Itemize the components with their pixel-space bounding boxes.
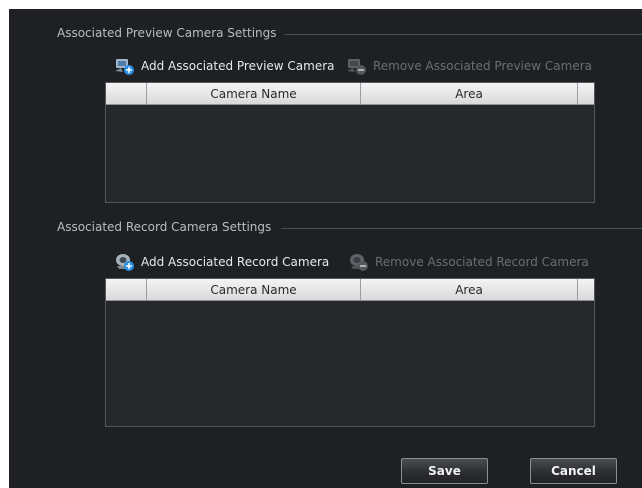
remove-camera-icon bbox=[347, 59, 366, 75]
add-camera-icon bbox=[115, 59, 134, 75]
filler-column-header bbox=[578, 83, 594, 104]
record-camera-table[interactable]: Camera Name Area bbox=[105, 278, 595, 427]
camera-name-column-header[interactable]: Camera Name bbox=[147, 279, 361, 300]
record-table-body[interactable] bbox=[106, 300, 594, 426]
remove-preview-camera-button[interactable]: Remove Associated Preview Camera bbox=[345, 56, 592, 76]
remove-preview-camera-label: Remove Associated Preview Camera bbox=[373, 59, 592, 73]
remove-record-camera-icon bbox=[350, 254, 368, 271]
remove-record-camera-label: Remove Associated Record Camera bbox=[375, 255, 589, 269]
preview-section-rule bbox=[284, 34, 642, 35]
cancel-button[interactable]: Cancel bbox=[530, 458, 617, 484]
record-section-title: Associated Record Camera Settings bbox=[57, 220, 272, 234]
preview-camera-table[interactable]: Camera Name Area bbox=[105, 82, 595, 203]
save-button[interactable]: Save bbox=[401, 458, 488, 484]
add-preview-camera-button[interactable]: Add Associated Preview Camera bbox=[113, 56, 335, 76]
add-preview-camera-label: Add Associated Preview Camera bbox=[141, 59, 335, 73]
preview-table-header: Camera Name Area bbox=[106, 83, 594, 105]
filler-column-header bbox=[578, 279, 594, 300]
select-column-header[interactable] bbox=[106, 83, 147, 104]
camera-name-column-header[interactable]: Camera Name bbox=[147, 83, 361, 104]
preview-table-body[interactable] bbox=[106, 104, 594, 202]
camera-settings-panel: Associated Preview Camera Settings Add A… bbox=[9, 9, 642, 488]
select-column-header[interactable] bbox=[106, 279, 147, 300]
record-section-rule bbox=[281, 228, 642, 229]
add-record-camera-icon bbox=[116, 254, 134, 271]
record-table-header: Camera Name Area bbox=[106, 279, 594, 301]
add-record-camera-label: Add Associated Record Camera bbox=[141, 255, 330, 269]
area-column-header[interactable]: Area bbox=[361, 83, 578, 104]
remove-record-camera-button[interactable]: Remove Associated Record Camera bbox=[347, 252, 589, 272]
preview-section-title: Associated Preview Camera Settings bbox=[57, 26, 277, 40]
add-record-camera-button[interactable]: Add Associated Record Camera bbox=[113, 252, 329, 272]
area-column-header[interactable]: Area bbox=[361, 279, 578, 300]
